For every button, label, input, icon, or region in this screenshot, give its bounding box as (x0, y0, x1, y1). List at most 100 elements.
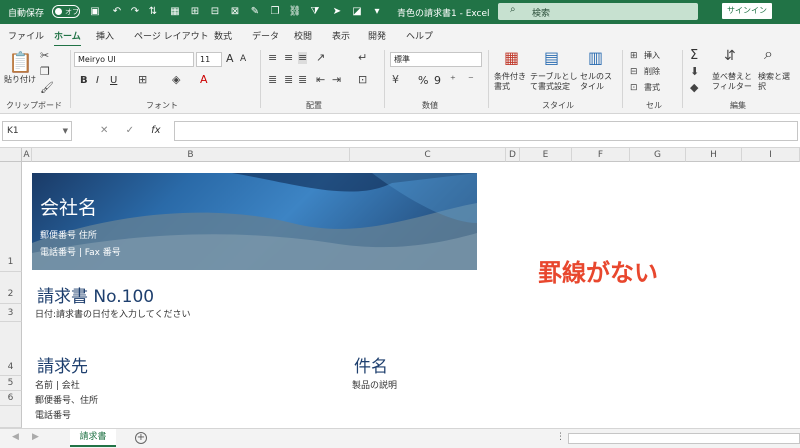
link-icon[interactable]: ⛓ (288, 4, 302, 18)
cell-styles-button[interactable]: セルのスタイル (580, 72, 618, 92)
font-size-select[interactable]: 11 (196, 52, 222, 67)
row-header-3[interactable]: 3 (0, 304, 22, 322)
number-format-select[interactable]: 標準 (390, 52, 482, 67)
tab-page-layout[interactable]: ページ レイアウト (134, 29, 209, 42)
fill-color-icon[interactable]: ◈ (172, 74, 180, 86)
paste-icon[interactable]: 📋 (8, 52, 33, 72)
format-as-table-icon[interactable]: ▤ (544, 50, 559, 66)
tab-view[interactable]: 表示 (332, 29, 350, 42)
wrap-text-icon[interactable]: ↵ (358, 52, 367, 64)
tab-help[interactable]: ヘルプ (406, 29, 433, 42)
insert-function-icon[interactable]: fx (151, 125, 160, 136)
tab-file[interactable]: ファイル (8, 29, 44, 42)
format-cells-button[interactable]: 書式 (644, 82, 660, 93)
column-header-d[interactable]: D (506, 148, 520, 162)
paste-button[interactable]: 貼り付け (4, 74, 36, 85)
column-header-f[interactable]: F (572, 148, 630, 162)
formula-input[interactable] (174, 121, 798, 141)
column-header-c[interactable]: C (350, 148, 506, 162)
column-header-g[interactable]: G (630, 148, 686, 162)
tab-home[interactable]: ホーム (54, 29, 81, 47)
copy-icon[interactable]: ❐ (268, 4, 282, 18)
undo-icon[interactable]: ↶ (110, 4, 124, 18)
search-box[interactable]: ⌕ 検索 (498, 3, 698, 20)
brush-icon[interactable]: ✎ (248, 4, 262, 18)
orientation-icon[interactable]: ↗ (316, 52, 325, 64)
autosum-button[interactable]: Σ (690, 48, 698, 63)
tab-review[interactable]: 校閲 (294, 29, 312, 42)
currency-icon[interactable]: ¥ (392, 74, 399, 86)
row-header-blank[interactable] (0, 406, 22, 428)
clear-icon[interactable]: ◆ (690, 82, 698, 94)
borders-icon[interactable]: ⊟ (208, 4, 222, 18)
copy-icon[interactable]: ❐ (40, 66, 50, 78)
column-header-e[interactable]: E (520, 148, 572, 162)
row-header-2[interactable]: 2 (0, 272, 22, 304)
redo-icon[interactable]: ↷ (128, 4, 142, 18)
cell-styles-icon[interactable]: ▥ (588, 50, 603, 66)
tab-data[interactable]: データ (252, 29, 279, 42)
shapes-icon[interactable]: ◪ (350, 4, 364, 18)
delete-cells-button[interactable]: 削除 (644, 66, 660, 77)
insert-cells-icon[interactable]: ⊞ (630, 50, 638, 62)
delete-cells-icon[interactable]: ⊟ (630, 66, 638, 78)
fill-icon[interactable]: ⬇ (690, 66, 699, 78)
grid-icon[interactable]: ⊞ (188, 4, 202, 18)
column-header-b[interactable]: B (32, 148, 350, 162)
save-icon[interactable]: ▣ (88, 4, 102, 18)
cut-icon[interactable]: ✂ (40, 50, 49, 62)
filter-icon[interactable]: ⧩ (308, 4, 322, 18)
format-painter-icon[interactable]: 🖌 (40, 82, 54, 94)
name-box[interactable]: K1 ▼ (2, 121, 72, 141)
tab-formulas[interactable]: 数式 (214, 29, 232, 42)
tab-developer[interactable]: 開発 (368, 29, 386, 42)
merge-icon[interactable]: ⊡ (358, 74, 367, 86)
italic-button[interactable]: I (96, 75, 99, 86)
tab-insert[interactable]: 挿入 (96, 29, 114, 42)
font-name-select[interactable]: Meiryo UI (74, 52, 194, 67)
column-header-i[interactable]: I (742, 148, 800, 162)
decrease-decimal-icon[interactable]: ⁻ (468, 74, 474, 86)
indent-icon[interactable]: ⇤ (316, 74, 325, 86)
outdent-icon[interactable]: ⇥ (332, 74, 341, 86)
borders-icon[interactable]: ⊞ (138, 74, 147, 86)
enter-icon[interactable]: ✓ (126, 125, 134, 136)
align-bottom-icon[interactable]: ≡ (298, 52, 308, 64)
column-header-a[interactable]: A (22, 148, 32, 162)
row-header-4[interactable]: 4 (0, 322, 22, 376)
table-icon[interactable]: ▦ (168, 4, 182, 18)
signin-button[interactable]: サインイン (722, 3, 772, 19)
find-select-button[interactable]: 検索と選択 (758, 72, 792, 92)
format-cells-icon[interactable]: ⊡ (630, 82, 638, 94)
align-left-icon[interactable]: ≣ (268, 74, 277, 86)
prev-sheet-icon[interactable]: ◀ (12, 432, 19, 442)
increase-decimal-icon[interactable]: ⁺ (450, 74, 456, 86)
comma-button[interactable]: 9 (434, 74, 441, 87)
sheet-tab-invoice[interactable]: 請求書 (70, 429, 116, 447)
bold-button[interactable]: B (80, 75, 88, 86)
align-middle-icon[interactable]: ≡ (284, 52, 293, 64)
autosave-toggle[interactable]: オフ (52, 5, 80, 18)
conditional-format-icon[interactable]: ▦ (504, 50, 519, 66)
find-select-icon[interactable]: ⌕ (764, 46, 773, 62)
insert-cells-button[interactable]: 挿入 (644, 50, 660, 61)
column-header-h[interactable]: H (686, 148, 742, 162)
next-sheet-icon[interactable]: ▶ (32, 432, 39, 442)
percent-button[interactable]: % (418, 74, 428, 87)
align-top-icon[interactable]: ≡ (268, 52, 277, 64)
grow-font-button[interactable]: A (226, 52, 234, 65)
sort-filter-icon[interactable]: ⇵ (724, 49, 736, 63)
underline-button[interactable]: U (110, 75, 117, 86)
tab-split-icon[interactable]: ⋮ (556, 432, 565, 442)
sort-filter-button[interactable]: 並べ替えとフィルター (712, 72, 758, 92)
align-right-icon[interactable]: ≣ (298, 74, 307, 86)
customize-icon[interactable]: ▾ (370, 4, 384, 18)
row-header-1[interactable]: 1 (0, 162, 22, 272)
row-header-5[interactable]: 5 (0, 376, 22, 391)
cancel-icon[interactable]: ✕ (100, 125, 108, 136)
conditional-format-button[interactable]: 条件付き書式 (494, 72, 530, 92)
font-color-icon[interactable]: A (200, 74, 208, 86)
pointer-icon[interactable]: ➤ (330, 4, 344, 18)
sort-icon[interactable]: ⇅ (146, 4, 160, 18)
shrink-font-button[interactable]: A (240, 54, 246, 64)
